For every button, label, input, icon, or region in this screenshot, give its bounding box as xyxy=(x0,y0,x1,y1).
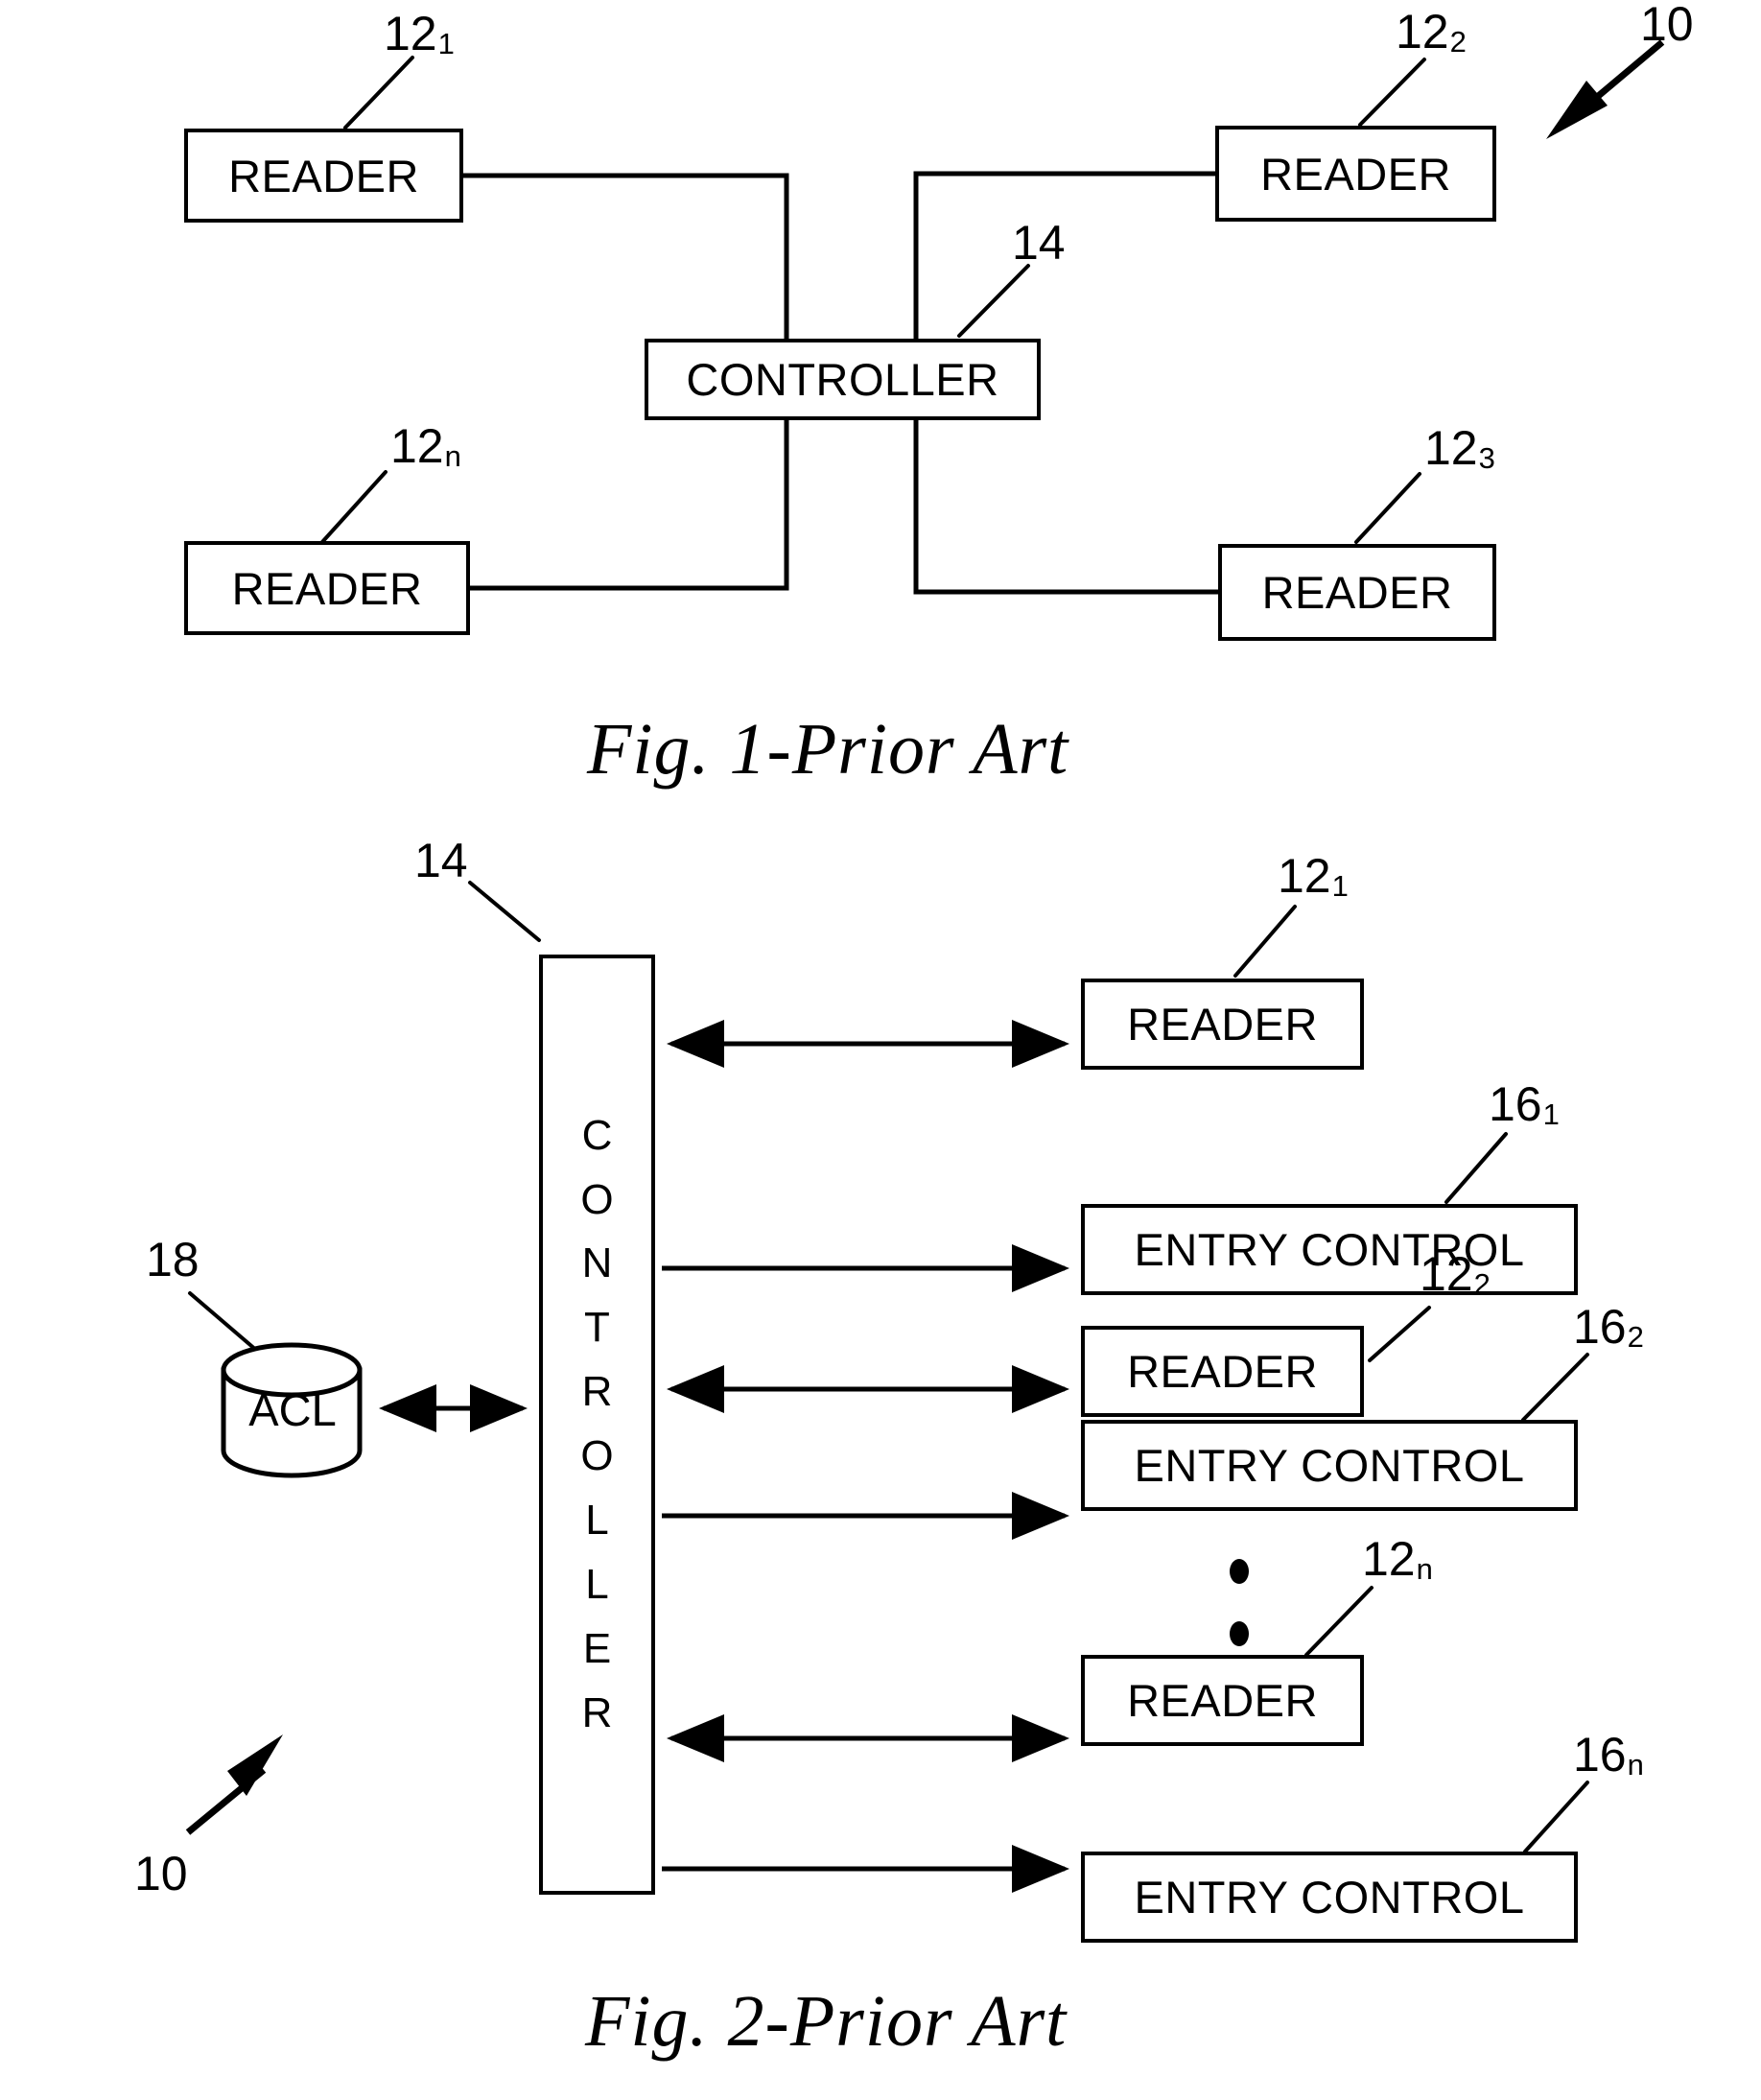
fig2-reader-n-ref: 12n xyxy=(1362,1532,1433,1586)
fig2-reader-1: READER xyxy=(1081,979,1364,1070)
fig2-entry-control-n-label: ENTRY CONTROL xyxy=(1134,1872,1525,1923)
figure2-caption: Fig. 2-Prior Art xyxy=(585,1981,1068,2062)
fig2-reader-2-label: READER xyxy=(1127,1346,1318,1397)
fig2-reader-n: READER xyxy=(1081,1655,1364,1746)
fig2-reader-2: READER xyxy=(1081,1326,1364,1417)
ellipsis-dot xyxy=(1230,1621,1249,1646)
fig2-entry-control-2: ENTRY CONTROL xyxy=(1081,1420,1578,1511)
fig2-entry-control-2-label: ENTRY CONTROL xyxy=(1134,1440,1525,1491)
ellipsis-dot xyxy=(1230,1559,1249,1584)
fig2-entry-control-1: ENTRY CONTROL xyxy=(1081,1204,1578,1295)
fig2-acl-ref: 18 xyxy=(146,1233,200,1286)
patent-drawing-sheet: READER 121 READER 122 10 CONTROLLER 14 R… xyxy=(0,0,1761,2100)
fig2-reader-n-label: READER xyxy=(1127,1675,1318,1726)
fig2-reader-1-ref: 121 xyxy=(1278,849,1349,903)
fig2-entry-control-n: ENTRY CONTROL xyxy=(1081,1852,1578,1943)
fig2-reader-2-ref: 122 xyxy=(1420,1247,1491,1301)
fig2-entry-control-n-ref: 16n xyxy=(1573,1728,1644,1781)
acl-label: ACL xyxy=(248,1384,337,1435)
fig2-system-ref: 10 xyxy=(134,1847,188,1900)
fig2-reader-1-label: READER xyxy=(1127,999,1318,1050)
fig2-entry-control-2-ref: 162 xyxy=(1573,1300,1644,1354)
fig2-entry-control-1-ref: 161 xyxy=(1489,1077,1560,1131)
acl-database-cylinder xyxy=(221,1342,363,1478)
